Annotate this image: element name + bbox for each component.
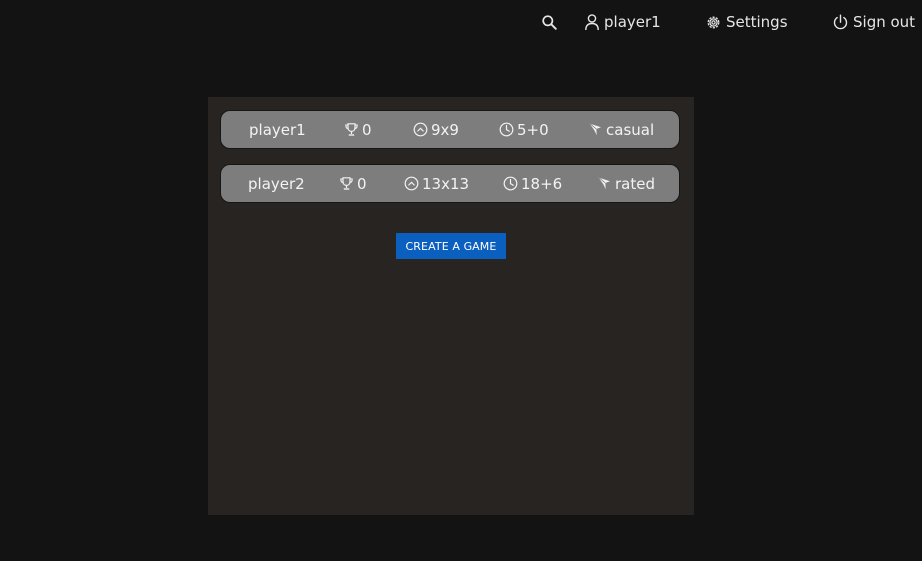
settings-link[interactable]: Settings bbox=[705, 11, 788, 33]
time-control-value: 5+0 bbox=[517, 120, 549, 139]
game-mode-cell: casual bbox=[588, 111, 654, 148]
settings-label: Settings bbox=[726, 13, 788, 31]
game-row[interactable]: player1 0 9x9 5+0 casual bbox=[220, 110, 680, 149]
create-game-button[interactable]: CREATE A GAME bbox=[396, 233, 506, 259]
board-size-value: 9x9 bbox=[431, 120, 459, 139]
rating-value: 0 bbox=[357, 174, 367, 193]
top-navigation: player1 Settings Sign out bbox=[0, 0, 922, 44]
sign-out-link[interactable]: Sign out bbox=[832, 11, 915, 33]
player-cell: player1 bbox=[249, 111, 306, 148]
board-icon bbox=[413, 122, 431, 137]
player-name: player1 bbox=[249, 120, 306, 139]
clock-icon bbox=[499, 122, 517, 137]
time-control-cell: 18+6 bbox=[503, 165, 562, 202]
user-name: player1 bbox=[604, 13, 661, 31]
clock-icon bbox=[503, 176, 521, 191]
rating-cell: 0 bbox=[344, 111, 372, 148]
time-control-cell: 5+0 bbox=[499, 111, 549, 148]
trophy-icon bbox=[344, 122, 362, 137]
board-size-cell: 9x9 bbox=[413, 111, 459, 148]
game-mode-cell: rated bbox=[597, 165, 655, 202]
time-control-value: 18+6 bbox=[521, 174, 563, 193]
flag-icon bbox=[597, 176, 615, 191]
trophy-icon bbox=[339, 176, 357, 191]
power-icon bbox=[832, 14, 849, 31]
board-size-cell: 13x13 bbox=[404, 165, 469, 202]
user-icon bbox=[584, 13, 600, 31]
game-mode-value: rated bbox=[615, 174, 655, 193]
user-menu[interactable]: player1 bbox=[584, 11, 661, 33]
board-icon bbox=[404, 176, 422, 191]
search-button[interactable] bbox=[541, 11, 558, 33]
flag-icon bbox=[588, 122, 606, 137]
game-row[interactable]: player2 0 13x13 18+6 rated bbox=[220, 164, 680, 203]
gear-icon bbox=[705, 14, 722, 31]
game-mode-value: casual bbox=[606, 120, 655, 139]
sign-out-label: Sign out bbox=[853, 13, 916, 31]
player-cell: player2 bbox=[248, 165, 305, 202]
rating-value: 0 bbox=[362, 120, 372, 139]
board-size-value: 13x13 bbox=[422, 174, 470, 193]
player-name: player2 bbox=[248, 174, 305, 193]
game-lobby-panel: player1 0 9x9 5+0 casual player2 0 13x13… bbox=[208, 97, 694, 515]
rating-cell: 0 bbox=[339, 165, 367, 202]
search-icon bbox=[541, 14, 558, 31]
